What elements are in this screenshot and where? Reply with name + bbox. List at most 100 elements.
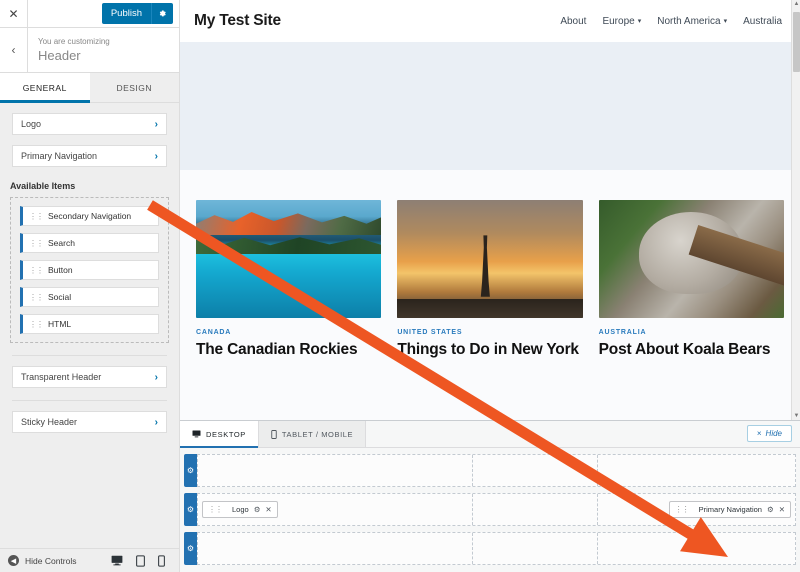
post-card[interactable]: AUSTRALIA Post About Koala Bears: [598, 200, 784, 359]
remove-icon[interactable]: ✕: [265, 505, 271, 514]
nav-link-label: North America: [657, 15, 721, 27]
available-item-label: Secondary Navigation: [48, 211, 132, 221]
available-item-label: Social: [48, 292, 72, 302]
desktop-preview-icon[interactable]: [111, 555, 123, 567]
close-icon: ×: [756, 429, 762, 438]
drag-handle-icon[interactable]: ⋮⋮: [29, 239, 44, 248]
available-item-secondary-navigation[interactable]: ⋮⋮ Secondary Navigation: [20, 206, 159, 226]
desktop-icon: [192, 430, 201, 438]
tab-general[interactable]: GENERAL: [0, 73, 90, 103]
publish-button[interactable]: Publish: [101, 3, 151, 24]
posts-grid: CANADA The Canadian Rockies UNITED STATE…: [180, 170, 800, 420]
drag-handle-icon[interactable]: ⋮⋮: [675, 505, 690, 514]
dropzone-right[interactable]: [598, 533, 795, 564]
hide-builder-button[interactable]: × Hide: [746, 425, 792, 442]
dropzone-right[interactable]: [598, 455, 795, 486]
nav-link-label: About: [560, 15, 587, 27]
customizer-topbar: ✕ Publish: [0, 0, 179, 28]
post-category[interactable]: CANADA: [196, 329, 381, 336]
mobile-preview-icon[interactable]: [158, 554, 165, 567]
page-title: Header: [38, 48, 81, 63]
tab-tablet-mobile[interactable]: TABLET / MOBILE: [258, 421, 367, 447]
available-item-label: Search: [48, 238, 75, 248]
row-dropzones: [197, 454, 796, 487]
sidebar-item-label: Primary Navigation: [21, 151, 98, 161]
dropzone-center[interactable]: [473, 533, 598, 564]
available-item-html[interactable]: ⋮⋮ HTML: [20, 314, 159, 334]
dropzone-right[interactable]: ⋮⋮ Primary Navigation ⚙ ✕: [598, 494, 795, 525]
available-item-button[interactable]: ⋮⋮ Button: [20, 260, 159, 280]
dropzone-center[interactable]: [473, 455, 598, 486]
post-category[interactable]: AUSTRALIA: [599, 329, 784, 336]
hide-button-label: Hide: [765, 429, 782, 438]
panel-title-block: You are customizing Header: [28, 36, 110, 64]
remove-icon[interactable]: ✕: [779, 505, 785, 514]
gear-icon[interactable]: ⚙: [254, 505, 261, 514]
site-title: My Test Site: [194, 12, 281, 29]
sidebar-item-transparent-header[interactable]: Transparent Header ›: [12, 366, 167, 388]
chevron-right-icon: ›: [154, 371, 158, 383]
post-title[interactable]: The Canadian Rockies: [196, 341, 381, 359]
scrollbar-thumb[interactable]: [793, 12, 800, 72]
hide-controls-button[interactable]: Hide Controls: [25, 556, 77, 566]
row-settings-gear-icon[interactable]: ⚙: [184, 493, 197, 526]
drag-handle-icon[interactable]: ⋮⋮: [29, 320, 44, 329]
row-settings-gear-icon[interactable]: ⚙: [184, 532, 197, 565]
site-header: My Test Site About Europe ▾ North Americ…: [180, 0, 800, 42]
post-card[interactable]: UNITED STATES Things to Do in New York: [397, 200, 583, 359]
preview-scrollbar[interactable]: ▲ ▼: [791, 0, 800, 420]
builder-rows: ⚙ ⚙ ⋮⋮ Logo ⚙ ✕ ⋮⋮ Primary Navigation ⚙ …: [180, 448, 800, 565]
available-item-social[interactable]: ⋮⋮ Social: [20, 287, 159, 307]
device-preview-group: [111, 554, 171, 567]
available-item-label: Button: [48, 265, 73, 275]
scroll-up-arrow-icon[interactable]: ▲: [793, 1, 800, 7]
sidebar-item-label: Logo: [21, 119, 42, 129]
tablet-preview-icon[interactable]: [136, 554, 145, 567]
scroll-down-arrow-icon[interactable]: ▼: [793, 413, 800, 419]
header-item-primary-navigation[interactable]: ⋮⋮ Primary Navigation ⚙ ✕: [668, 501, 791, 518]
sidebar-item-label: Sticky Header: [21, 417, 78, 427]
post-title[interactable]: Things to Do in New York: [397, 341, 582, 359]
sidebar-item-primary-navigation[interactable]: Primary Navigation ›: [12, 145, 167, 167]
chevron-down-icon: ▾: [723, 18, 728, 25]
dropzone-left[interactable]: ⋮⋮ Logo ⚙ ✕: [198, 494, 473, 525]
customizer-sidebar: ✕ Publish ‹ You are customizing Header G…: [0, 0, 180, 572]
nav-link-australia[interactable]: Australia: [743, 16, 782, 27]
header-item-logo[interactable]: ⋮⋮ Logo ⚙ ✕: [202, 501, 278, 518]
close-icon[interactable]: ✕: [0, 0, 28, 27]
collapse-arrow-icon[interactable]: ◀: [8, 555, 19, 566]
dropzone-center[interactable]: [473, 494, 598, 525]
koala-bear-photo: [598, 200, 784, 318]
drag-handle-icon[interactable]: ⋮⋮: [29, 266, 44, 275]
sidebar-item-label: Transparent Header: [21, 372, 102, 382]
nav-link-about[interactable]: About: [560, 16, 586, 27]
chevron-right-icon: ›: [154, 416, 158, 428]
available-items-container: ⋮⋮ Secondary Navigation ⋮⋮ Search ⋮⋮ But…: [10, 197, 169, 343]
dropzone-left[interactable]: [198, 533, 473, 564]
available-items-label: Available Items: [10, 181, 76, 191]
site-preview: My Test Site About Europe ▾ North Americ…: [180, 0, 800, 420]
drag-handle-icon[interactable]: ⋮⋮: [29, 212, 44, 221]
publish-group: Publish: [101, 3, 173, 24]
nav-link-north-america[interactable]: North America ▾: [657, 16, 727, 27]
builder-row-main: ⚙ ⋮⋮ Logo ⚙ ✕ ⋮⋮ Primary Navigation ⚙ ✕: [184, 493, 796, 526]
row-settings-gear-icon[interactable]: ⚙: [184, 454, 197, 487]
available-item-search[interactable]: ⋮⋮ Search: [20, 233, 159, 253]
gear-glyph: [159, 10, 166, 17]
sidebar-item-sticky-header[interactable]: Sticky Header ›: [12, 411, 167, 433]
drag-handle-icon[interactable]: ⋮⋮: [208, 505, 223, 514]
builder-tabs: DESKTOP TABLET / MOBILE × Hide: [180, 421, 800, 448]
post-category[interactable]: UNITED STATES: [397, 329, 582, 336]
chevron-left-icon[interactable]: ‹: [0, 28, 28, 72]
nav-link-europe[interactable]: Europe ▾: [602, 16, 641, 27]
hero-section: [180, 42, 800, 170]
post-title[interactable]: Post About Koala Bears: [599, 341, 784, 359]
post-card[interactable]: CANADA The Canadian Rockies: [196, 200, 382, 359]
tab-desktop[interactable]: DESKTOP: [180, 421, 259, 448]
gear-icon[interactable]: [151, 3, 173, 24]
sidebar-item-logo[interactable]: Logo ›: [12, 113, 167, 135]
gear-icon[interactable]: ⚙: [767, 505, 774, 514]
dropzone-left[interactable]: [198, 455, 473, 486]
drag-handle-icon[interactable]: ⋮⋮: [29, 293, 44, 302]
tab-design[interactable]: DESIGN: [89, 73, 179, 102]
